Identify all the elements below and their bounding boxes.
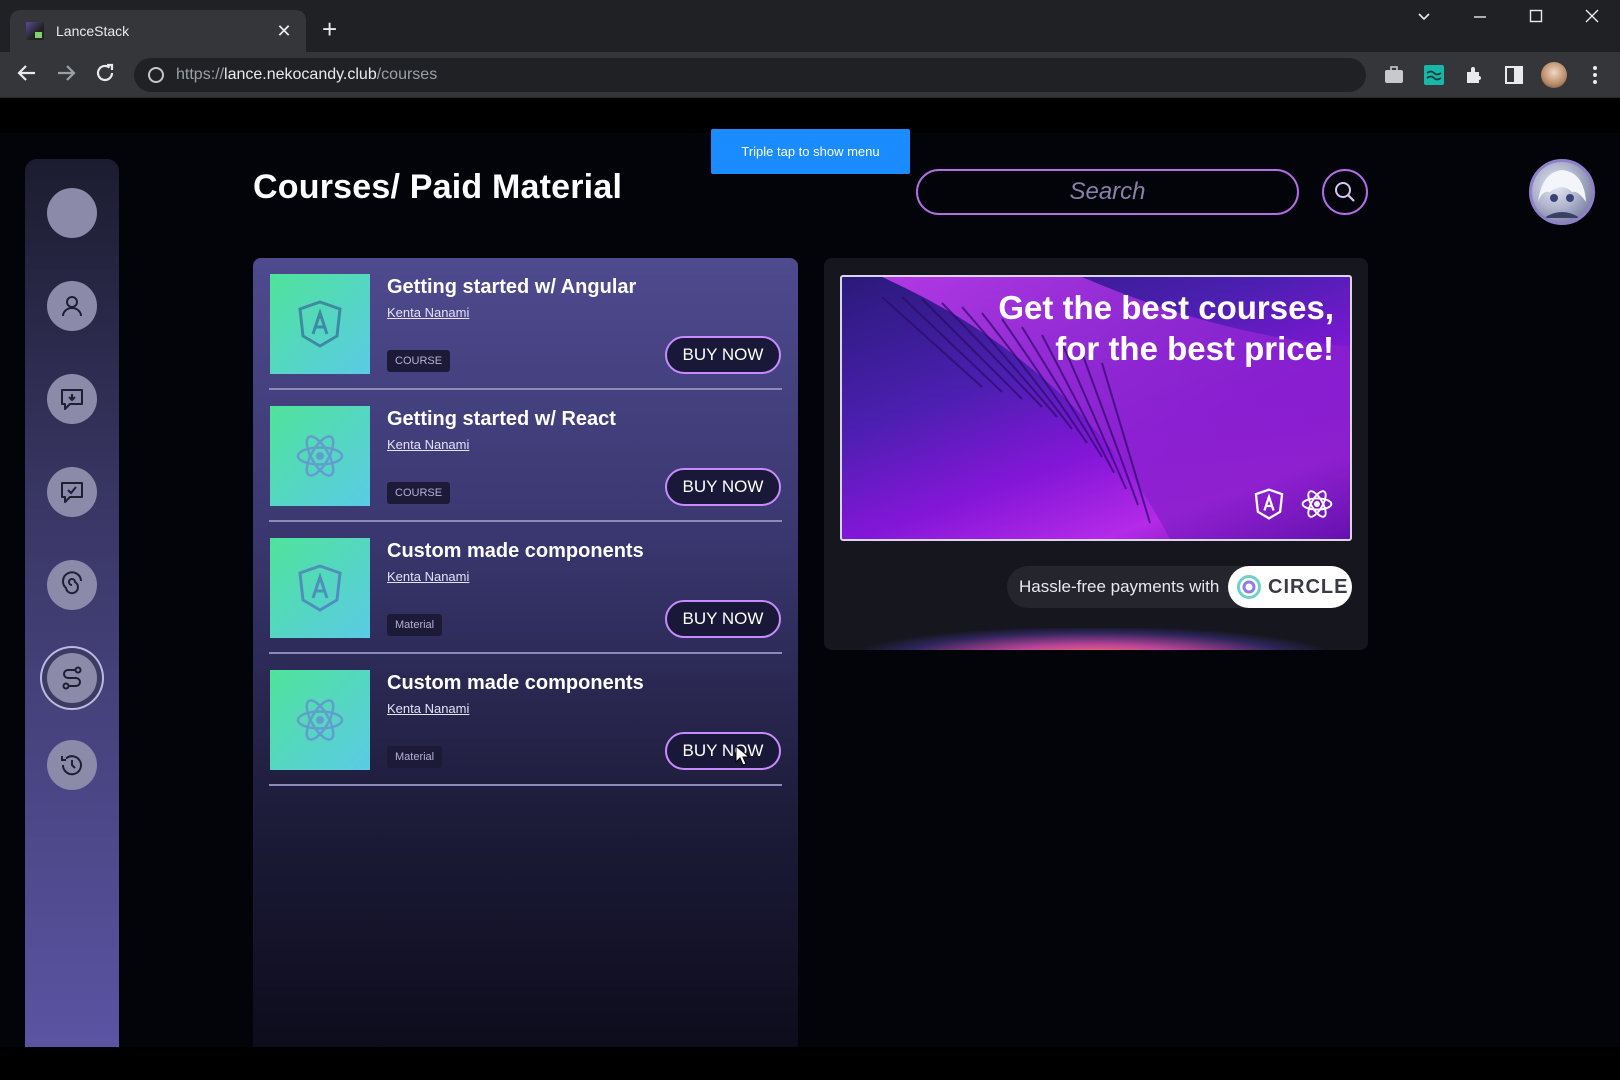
react-icon — [1301, 490, 1333, 518]
angular-icon — [298, 564, 342, 612]
course-author-link[interactable]: Kenta Nanami — [387, 569, 469, 584]
course-author-link[interactable]: Kenta Nanami — [387, 701, 469, 716]
kebab-menu-icon[interactable] — [1584, 64, 1606, 86]
promo-logos — [1252, 487, 1334, 521]
extensions-puzzle-icon[interactable] — [1463, 64, 1485, 86]
course-title: Getting started w/ React — [387, 408, 616, 430]
buy-now-button[interactable]: BUY NOW — [665, 600, 781, 638]
maximize-button[interactable] — [1521, 8, 1551, 29]
browser-tab[interactable]: LanceStack ✕ — [10, 10, 306, 52]
search-icon — [1335, 182, 1355, 202]
mouse-cursor-icon — [735, 745, 751, 766]
new-tab-button[interactable]: + — [322, 16, 337, 42]
close-window-button[interactable] — [1577, 8, 1607, 29]
course-title: Getting started w/ Angular — [387, 276, 637, 298]
tab-close-icon[interactable]: ✕ — [274, 21, 294, 42]
search-button[interactable] — [1322, 169, 1368, 215]
page-top-strip — [0, 99, 1620, 133]
course-thumbnail — [270, 406, 370, 506]
angular-icon — [298, 300, 342, 348]
app-page — [0, 133, 1620, 1047]
promo-glow — [864, 628, 1324, 650]
course-type-badge: COURSE — [387, 350, 451, 372]
payments-text: Hassle-free payments with — [1019, 577, 1220, 596]
browser-tab-bar: LanceStack ✕ + — [0, 0, 1620, 52]
reload-button[interactable] — [92, 62, 118, 90]
forward-button[interactable] — [53, 62, 79, 90]
course-card[interactable]: Custom made components Kenta Nanami Mate… — [269, 654, 782, 786]
briefcase-extension-icon[interactable] — [1383, 64, 1405, 86]
page-bottom-strip — [0, 1047, 1620, 1080]
circle-logo[interactable]: CIRCLE — [1228, 566, 1352, 608]
course-card[interactable]: Custom made components Kenta Nanami Mate… — [269, 522, 782, 654]
course-title: Custom made components — [387, 540, 644, 562]
favicon-icon — [26, 22, 44, 40]
react-icon — [296, 699, 344, 741]
course-card[interactable]: Getting started w/ Angular Kenta Nanami … — [269, 258, 782, 390]
payments-pill: Hassle-free payments with CIRCLE — [1007, 566, 1352, 608]
angular-icon — [1254, 488, 1284, 520]
course-type-badge: COURSE — [387, 482, 451, 504]
course-type-badge: Material — [387, 614, 443, 636]
route-icon[interactable] — [47, 653, 97, 703]
buy-now-button[interactable]: BUY NOW — [665, 732, 781, 770]
back-button[interactable] — [14, 62, 40, 90]
course-title: Custom made components — [387, 672, 644, 694]
course-list-panel: Getting started w/ Angular Kenta Nanami … — [253, 258, 798, 1047]
course-thumbnail — [270, 274, 370, 374]
browser-toolbar: https://lance.nekocandy.club/courses — [0, 52, 1620, 98]
tab-title: LanceStack — [56, 23, 130, 39]
wave-extension-icon[interactable] — [1423, 64, 1445, 86]
profile-avatar-icon[interactable] — [1541, 62, 1567, 88]
chat-download-icon[interactable] — [47, 374, 97, 424]
address-bar[interactable]: https://lance.nekocandy.club/courses — [134, 58, 1366, 92]
buy-now-button[interactable]: BUY NOW — [665, 468, 781, 506]
course-thumbnail — [270, 538, 370, 638]
tab-search-icon[interactable] — [1409, 8, 1439, 29]
chat-check-icon[interactable] — [47, 467, 97, 517]
course-author-link[interactable]: Kenta Nanami — [387, 305, 469, 320]
course-card[interactable]: Getting started w/ React Kenta Nanami CO… — [269, 390, 782, 522]
history-icon[interactable] — [47, 740, 97, 790]
site-info-icon[interactable] — [148, 67, 164, 83]
minimize-button[interactable] — [1465, 8, 1495, 29]
promo-card: Get the best courses, for the best price… — [824, 258, 1368, 650]
course-type-badge: Material — [387, 746, 443, 768]
user-avatar[interactable] — [1529, 159, 1595, 225]
course-author-link[interactable]: Kenta Nanami — [387, 437, 469, 452]
side-panel-icon[interactable] — [1503, 64, 1525, 86]
buy-now-button[interactable]: BUY NOW — [665, 336, 781, 374]
promo-banner[interactable]: Get the best courses, for the best price… — [840, 275, 1352, 541]
page-title: Courses/ Paid Material — [253, 168, 623, 206]
profile-circle-icon[interactable] — [47, 188, 97, 238]
user-icon[interactable] — [47, 281, 97, 331]
course-thumbnail — [270, 670, 370, 770]
spiral-icon[interactable] — [47, 560, 97, 610]
url-text: https://lance.nekocandy.club/courses — [176, 66, 438, 83]
promo-headline: Get the best courses, for the best price… — [998, 289, 1334, 367]
search-input[interactable] — [916, 169, 1299, 215]
triple-tap-tooltip: Triple tap to show menu — [711, 129, 910, 174]
react-icon — [296, 435, 344, 477]
sidebar — [25, 159, 119, 1047]
circle-brand-icon — [1237, 575, 1261, 599]
